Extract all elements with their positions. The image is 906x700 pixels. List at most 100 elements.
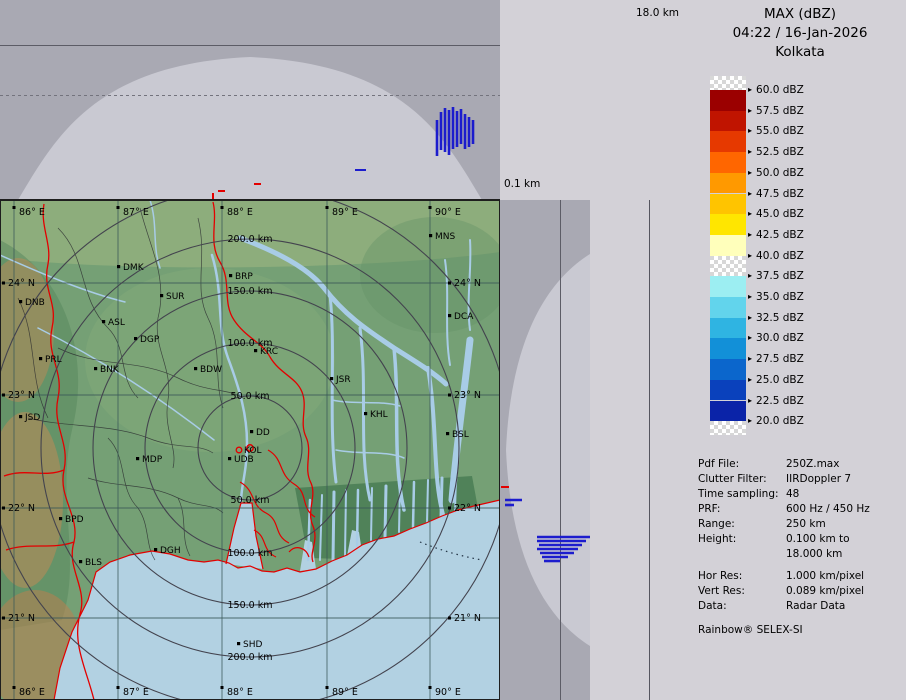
station-label: JSD <box>24 413 40 423</box>
legend-band <box>710 401 746 422</box>
station-marker <box>160 294 163 297</box>
station-marker <box>94 367 97 370</box>
right-profile-canvas <box>500 200 650 700</box>
grid-tick <box>117 206 120 209</box>
grid-tick <box>326 686 329 689</box>
station-label: SHD <box>243 640 262 650</box>
radar-display-root: MNSDMKBRPSURDNBASLDGPKRCPRLBNKBDWJSRDCAK… <box>0 0 906 700</box>
legend-threshold-label: 25.0 dBZ <box>756 374 804 386</box>
min-height-label: 0.1 km <box>504 178 540 190</box>
coordinate-label: 21° N <box>8 613 35 624</box>
station-label: JSR <box>335 375 351 385</box>
legend-arrow-icon: ▸ <box>748 107 752 115</box>
product-info-block: Pdf File:250Z.maxClutter Filter:IIRDoppl… <box>698 456 906 613</box>
grid-tick <box>2 507 5 510</box>
legend-arrow-icon: ▸ <box>748 148 752 156</box>
coordinate-label: 88° E <box>227 687 253 698</box>
legend-label-row: ▸35.0 dBZ <box>748 291 804 303</box>
info-value: 48 <box>786 488 799 500</box>
legend-threshold-label: 30.0 dBZ <box>756 332 804 344</box>
ring-distance-label: 50.0 km <box>231 495 270 506</box>
info-row: PRF:600 Hz / 450 Hz <box>698 501 906 516</box>
station-marker <box>134 337 137 340</box>
info-row: Hor Res:1.000 km/pixel <box>698 568 906 583</box>
legend-band <box>710 338 746 359</box>
station-marker <box>154 548 157 551</box>
coordinate-label: 87° E <box>123 687 149 698</box>
station-marker <box>194 367 197 370</box>
info-label: Clutter Filter: <box>698 473 786 485</box>
legend-label-row: ▸57.5 dBZ <box>748 105 804 117</box>
station-marker <box>254 349 257 352</box>
info-row: Height:0.100 km to <box>698 531 906 546</box>
legend-threshold-label: 35.0 dBZ <box>756 291 804 303</box>
legend-threshold-label: 20.0 dBZ <box>756 415 804 427</box>
legend-band <box>710 235 746 256</box>
legend-arrow-icon: ▸ <box>748 169 752 177</box>
grid-tick <box>2 617 5 620</box>
station-marker <box>79 560 82 563</box>
legend-band <box>710 111 746 132</box>
legend-label-row: ▸50.0 dBZ <box>748 167 804 179</box>
legend-label-row: ▸45.0 dBZ <box>748 208 804 220</box>
legend-threshold-label: 52.5 dBZ <box>756 146 804 158</box>
ring-distance-label: 150.0 km <box>228 600 273 611</box>
coordinate-label: 87° E <box>123 207 149 218</box>
grid-tick <box>2 282 5 285</box>
legend-arrow-icon: ▸ <box>748 272 752 280</box>
legend-label-row: ▸32.5 dBZ <box>748 312 804 324</box>
station-marker <box>228 457 231 460</box>
station-label: DD <box>256 428 270 438</box>
station-label: PRL <box>45 355 62 365</box>
legend-arrow-icon: ▸ <box>748 231 752 239</box>
station-label: BNK <box>100 365 120 375</box>
legend-arrow-icon: ▸ <box>748 210 752 218</box>
station-marker <box>229 274 232 277</box>
grid-tick <box>326 206 329 209</box>
info-value: 0.089 km/pixel <box>786 585 864 597</box>
legend-threshold-label: 27.5 dBZ <box>756 353 804 365</box>
legend-band <box>710 214 746 235</box>
legend-threshold-label: 47.5 dBZ <box>756 188 804 200</box>
info-value: 600 Hz / 450 Hz <box>786 503 870 515</box>
grid-tick <box>448 507 451 510</box>
legend-threshold-label: 32.5 dBZ <box>756 312 804 324</box>
ring-distance-label: 50.0 km <box>231 391 270 402</box>
station-marker <box>330 377 333 380</box>
legend-color-bar <box>710 76 746 436</box>
coordinate-label: 88° E <box>227 207 253 218</box>
legend-label-row: ▸60.0 dBZ <box>748 84 804 96</box>
info-row: Data:Radar Data <box>698 598 906 613</box>
grid-tick <box>429 686 432 689</box>
station-marker <box>364 412 367 415</box>
legend-arrow-icon: ▸ <box>748 252 752 260</box>
legend-label-row: ▸27.5 dBZ <box>748 353 804 365</box>
info-label: Data: <box>698 600 786 612</box>
legend-label-row: ▸ 42.5 dBZ <box>748 229 804 241</box>
grid-tick <box>117 686 120 689</box>
station-marker <box>448 314 451 317</box>
coordinate-label: 23° N <box>454 390 481 401</box>
legend-threshold-label: 42.5 dBZ <box>756 229 804 241</box>
grid-tick <box>429 206 432 209</box>
ring-distance-label: 200.0 km <box>228 652 273 663</box>
info-value: 250 km <box>786 518 826 530</box>
info-row: Vert Res:0.089 km/pixel <box>698 583 906 598</box>
legend-label-row: ▸40.0 dBZ <box>748 250 804 262</box>
legend-band <box>710 173 746 194</box>
station-label: DGH <box>160 546 181 556</box>
info-row: 18.000 km <box>698 546 906 561</box>
legend-band <box>710 90 746 111</box>
info-row: Range:250 km <box>698 516 906 531</box>
height-projection-top-panel <box>0 0 500 200</box>
legend-band <box>710 194 746 215</box>
legend-label-row: ▸ 52.5 dBZ <box>748 146 804 158</box>
station-marker <box>117 265 120 268</box>
legend-threshold-label: 55.0 dBZ <box>756 125 804 137</box>
info-label: Range: <box>698 518 786 530</box>
grid-tick <box>221 686 224 689</box>
coordinate-label: 23° N <box>8 390 35 401</box>
legend-label-row: ▸30.0 dBZ <box>748 332 804 344</box>
grid-tick <box>2 394 5 397</box>
station-label: DCA <box>454 312 474 322</box>
